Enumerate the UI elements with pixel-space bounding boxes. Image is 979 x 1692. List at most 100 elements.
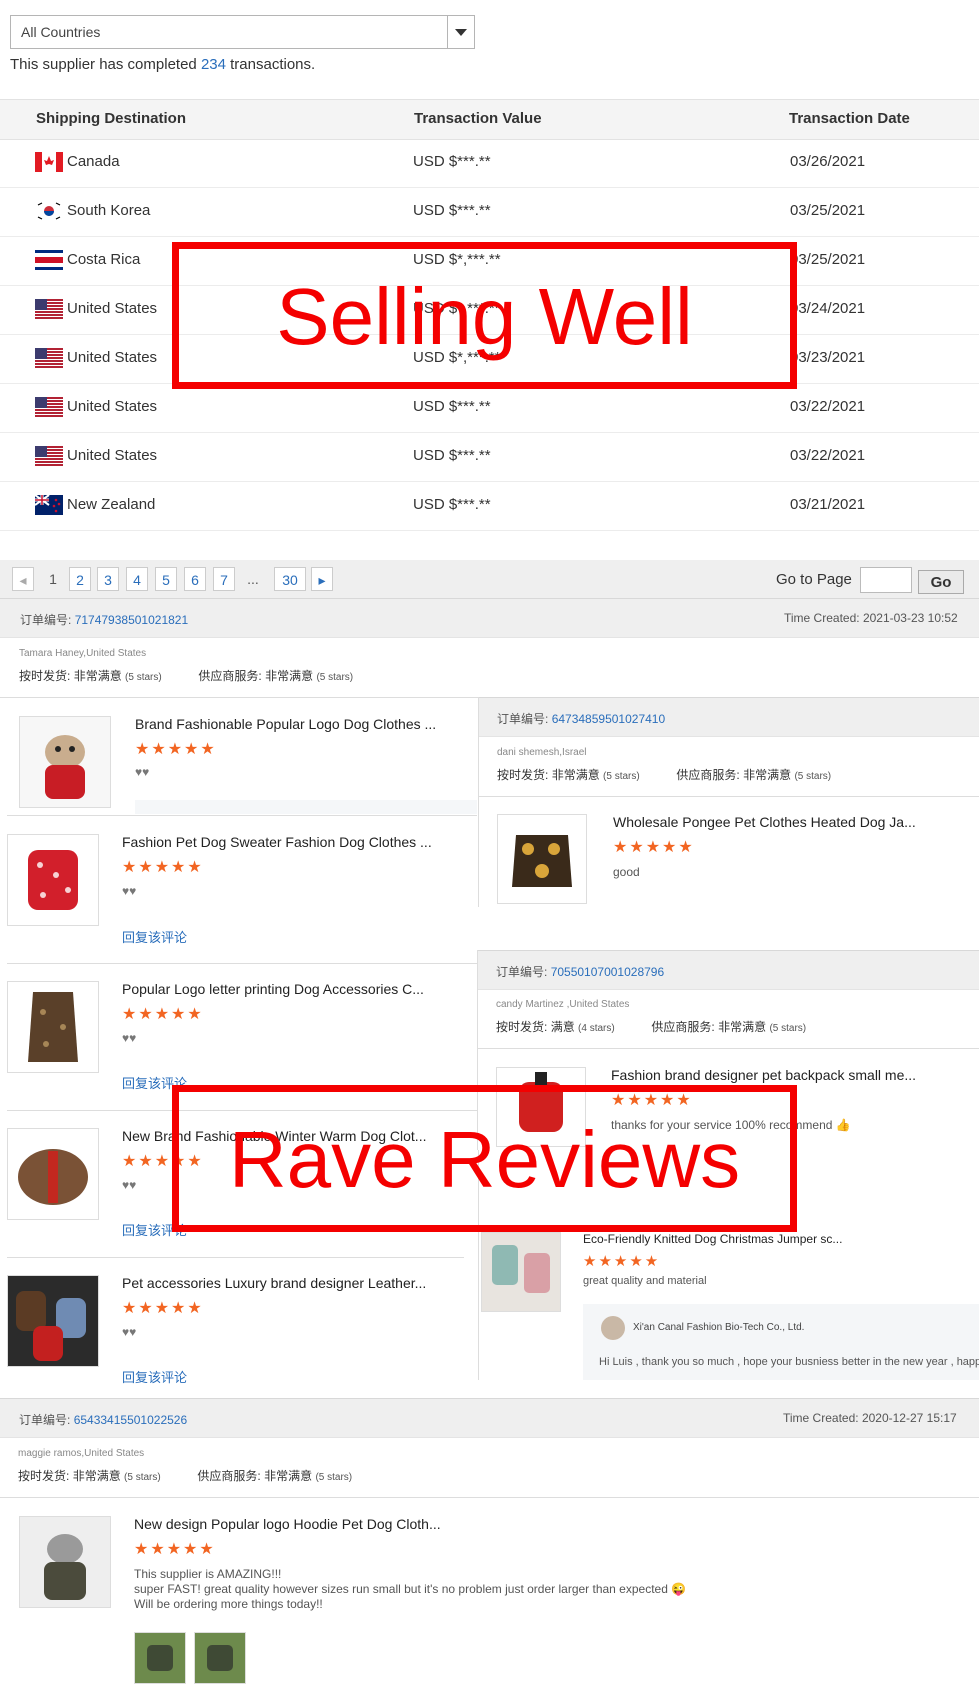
destination-cell: South Korea (67, 202, 151, 219)
product-image-knitted-jumper[interactable] (481, 1232, 561, 1312)
order-card: 订单编号: 64734859501027410 dani shemesh,Isr… (478, 697, 979, 907)
go-button[interactable]: Go (918, 570, 964, 594)
seller-reply-box: Xi'an Canal Fashion Bio-Tech Co., Ltd. H… (583, 1304, 979, 1380)
table-row: United States USD $***.** 03/22/2021 (0, 383, 979, 433)
review-comment-line: Will be ordering more things today!! (134, 1597, 323, 1611)
order-number: 订单编号: 71747938501021821 (20, 613, 189, 627)
destination-cell: United States (67, 300, 158, 317)
product-title[interactable]: Fashion brand designer pet backpack smal… (611, 1067, 916, 1083)
order-ratings: 按时发货: 非常满意 (5 stars) 供应商服务: 非常满意 (5 star… (18, 1469, 353, 1483)
us-flag-icon (35, 446, 63, 466)
country-select[interactable]: All Countries (10, 15, 475, 49)
divider (0, 1497, 979, 1498)
product-title[interactable]: Popular Logo letter printing Dog Accesso… (122, 981, 424, 997)
page-6[interactable]: 6 (184, 567, 206, 591)
rating-stars: ★★★★★ (122, 1300, 204, 1317)
value-cell: USD $***.** (413, 398, 491, 415)
next-page-icon[interactable]: ▸ (311, 567, 333, 591)
destination-cell: Costa Rica (67, 251, 141, 268)
product-image-dog-red-hoodie[interactable] (19, 716, 111, 808)
destination-cell: Canada (67, 153, 120, 170)
rating-stars: ★★★★★ (134, 1541, 216, 1558)
value-cell: USD $***.** (413, 496, 491, 513)
col-transaction-value: Transaction Value (414, 110, 542, 127)
product-image-warm-coat[interactable] (7, 1128, 99, 1220)
product-image-heated-jacket[interactable] (497, 814, 587, 904)
rave-reviews-text: Rave Reviews (228, 1115, 741, 1204)
product-image-brown-vest[interactable] (7, 981, 99, 1073)
review-photo[interactable] (134, 1632, 186, 1684)
value-cell: USD $***.** (413, 202, 491, 219)
transaction-summary: This supplier has completed 234 transact… (10, 56, 316, 73)
review-comment-line: This supplier is AMAZING!!! (134, 1567, 282, 1581)
review-comment-line: super FAST! great quality however sizes … (134, 1582, 687, 1596)
order-header: 订单编号: 71747938501021821 Time Created: 20… (0, 598, 979, 638)
review-photo[interactable] (194, 1632, 246, 1684)
review-comment: great quality and material (583, 1275, 707, 1287)
selling-well-text: Selling Well (276, 272, 693, 361)
heart-icon: ♥♥ (135, 765, 150, 779)
selling-well-banner: Selling Well (172, 242, 797, 389)
avatar (601, 1316, 625, 1340)
product-title[interactable]: Fashion Pet Dog Sweater Fashion Dog Clot… (122, 834, 432, 850)
page-3[interactable]: 3 (97, 567, 119, 591)
table-row: United States USD $***.** 03/22/2021 (0, 432, 979, 482)
rave-reviews-banner: Rave Reviews (172, 1085, 797, 1232)
order-ratings: 按时发货: 非常满意 (5 stars) 供应商服务: 非常满意 (5 star… (19, 669, 354, 683)
page-30[interactable]: 30 (274, 567, 306, 591)
table-row: Canada USD $***.** 03/26/2021 (0, 138, 979, 188)
page-5[interactable]: 5 (155, 567, 177, 591)
value-cell: USD $***.** (413, 153, 491, 170)
reply-link[interactable]: 回复该评论 (122, 1367, 187, 1386)
product-title[interactable]: Eco-Friendly Knitted Dog Christmas Jumpe… (583, 1232, 842, 1246)
page-2[interactable]: 2 (69, 567, 91, 591)
south-korea-flag-icon (35, 201, 63, 221)
time-created: Time Created: 2021-03-23 10:52 (784, 611, 958, 625)
product-image-red-sweater[interactable] (7, 834, 99, 926)
reviewer-name: dani shemesh,Israel (497, 747, 587, 758)
product-image-hoodie-dog[interactable] (19, 1516, 111, 1608)
time-created: Time Created: 2020-12-27 15:17 (783, 1411, 957, 1425)
reviewer-name: Tamara Haney,United States (19, 648, 147, 659)
order-number: 订单编号: 65433415501022526 (19, 1413, 188, 1427)
page-4[interactable]: 4 (126, 567, 148, 591)
us-flag-icon (35, 299, 63, 319)
product-title[interactable]: Wholesale Pongee Pet Clothes Heated Dog … (613, 814, 916, 830)
destination-cell: United States (67, 349, 158, 366)
product-image-leather-backpacks[interactable] (7, 1275, 99, 1367)
order-number: 订单编号: 70550107001028796 (496, 965, 665, 979)
review-comment: good (613, 865, 640, 879)
heart-icon: ♥♥ (122, 1325, 137, 1339)
rating-stars: ★★★★★ (583, 1253, 661, 1270)
order-ratings: 按时发货: 满意 (4 stars) 供应商服务: 非常满意 (5 stars) (496, 1020, 807, 1034)
prev-page-icon[interactable]: ◂ (12, 567, 34, 591)
rating-stars: ★★★★★ (613, 839, 695, 856)
page-7[interactable]: 7 (213, 567, 235, 591)
table-header: Shipping Destination Transaction Value T… (0, 99, 979, 140)
product-title[interactable]: Pet accessories Luxury brand designer Le… (122, 1275, 426, 1291)
reply-link[interactable]: 回复该评论 (122, 927, 187, 946)
date-cell: 03/21/2021 (790, 496, 866, 513)
divider (479, 796, 979, 797)
divider (7, 963, 477, 964)
order-ratings: 按时发货: 非常满意 (5 stars) 供应商服务: 非常满意 (5 star… (497, 768, 832, 782)
canada-flag-icon (35, 152, 63, 172)
divider (7, 815, 477, 816)
seller-reply-text: Hi Luis , thank you so much , hope your … (599, 1356, 979, 1368)
page-1[interactable]: 1 (42, 567, 64, 591)
order-number: 订单编号: 64734859501027410 (497, 712, 666, 726)
rating-stars: ★★★★★ (135, 741, 217, 758)
product-title[interactable]: New design Popular logo Hoodie Pet Dog C… (134, 1516, 441, 1532)
reply-area (135, 800, 477, 814)
pagination-bar: ◂ 1 2 3 4 5 6 7 ... 30 ▸ Go to Page Go (0, 560, 979, 598)
order-header: 订单编号: 64734859501027410 (479, 697, 979, 737)
product-title[interactable]: Brand Fashionable Popular Logo Dog Cloth… (135, 716, 436, 732)
chevron-down-icon[interactable] (447, 16, 474, 48)
col-shipping-destination: Shipping Destination (36, 110, 186, 127)
goto-page-input[interactable] (860, 567, 912, 593)
date-cell: 03/25/2021 (790, 251, 866, 268)
col-transaction-date: Transaction Date (789, 110, 910, 127)
goto-page-label: Go to Page (776, 571, 852, 588)
rating-stars: ★★★★★ (122, 859, 204, 876)
date-cell: 03/22/2021 (790, 447, 866, 464)
